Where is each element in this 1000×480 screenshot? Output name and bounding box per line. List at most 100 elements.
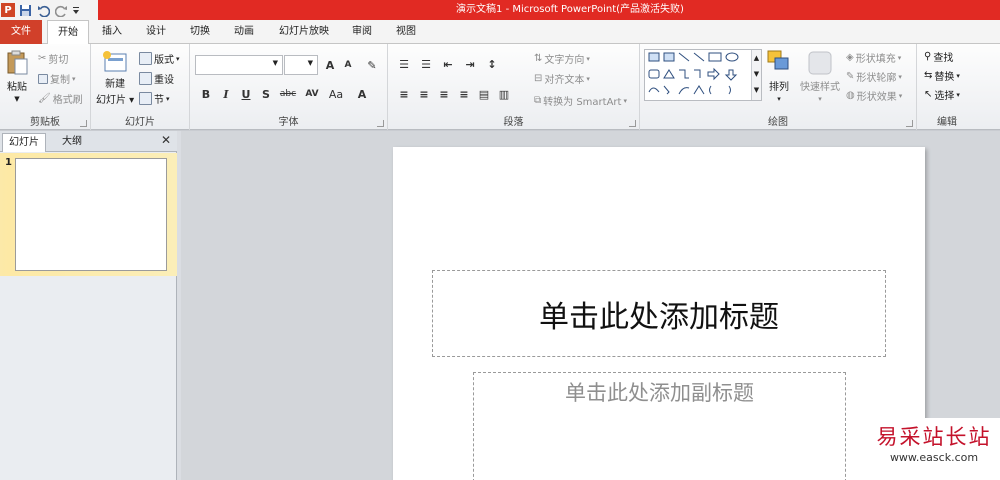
select-button[interactable]: ↖ 选择 ▾ (924, 87, 960, 102)
customize-qat-icon[interactable] (72, 3, 80, 18)
copy-icon (38, 73, 48, 84)
distributed-icon[interactable]: ▤ (476, 86, 492, 102)
find-button[interactable]: ⚲ 查找 (924, 49, 953, 64)
tab-review[interactable]: 审阅 (344, 20, 380, 44)
font-group-label: 字体 (278, 117, 299, 128)
increase-indent-icon[interactable]: ⇥ (462, 56, 478, 72)
columns-icon[interactable]: ▥ (496, 86, 512, 102)
tab-animations[interactable]: 动画 (226, 20, 262, 44)
drawing-group: ▲ ▼ ▼ 排列 ▾ 快速样式 ▾ ◈ 形状填充 ▾ ✎ 形状轮廓 ▾ ◍ 形状效果 ▾ 绘图 (640, 44, 917, 130)
close-panel-icon[interactable]: ✕ (161, 133, 171, 147)
numbering-icon[interactable]: ☰ (418, 56, 434, 72)
powerpoint-logo-icon[interactable]: P (1, 3, 15, 17)
reset-label: 重设 (154, 75, 174, 86)
brush-icon: 🖌 (38, 93, 51, 104)
find-label: 查找 (933, 53, 954, 64)
underline-button[interactable]: U (238, 86, 254, 102)
shapes-gallery[interactable]: ▲ ▼ ▼ (644, 49, 762, 101)
scissors-icon: ✂ (38, 53, 47, 64)
arrange-label: 排列 (769, 82, 789, 93)
convert-smartart-button[interactable]: ⧉ 转换为 SmartArt ▾ (534, 93, 627, 108)
tab-file[interactable]: 文件 (0, 20, 42, 44)
text-direction-button[interactable]: ⇅ 文字方向 ▾ (534, 51, 590, 66)
align-text-button[interactable]: ⊟ 对齐文本 ▾ (534, 71, 590, 86)
new-slide-label: 新建 (105, 79, 126, 90)
tab-insert[interactable]: 插入 (94, 20, 130, 44)
align-text-icon: ⊟ (534, 73, 543, 84)
slide-thumbnail[interactable] (15, 158, 167, 271)
subtitle-placeholder[interactable]: 单击此处添加副标题 (473, 372, 846, 480)
tab-view[interactable]: 视图 (388, 20, 424, 44)
character-spacing-button[interactable]: AV (302, 86, 322, 102)
redo-icon[interactable] (54, 3, 69, 18)
decrease-indent-icon[interactable]: ⇤ (440, 56, 456, 72)
strikethrough-button[interactable]: abc (278, 86, 298, 102)
ribbon-tab-bar: 文件 开始 插入 设计 切换 动画 幻灯片放映 审阅 视图 (0, 20, 1000, 45)
tab-outline-panel[interactable]: 大纲 (56, 133, 88, 152)
shape-outline-label: 形状轮廓 (856, 73, 897, 84)
drawing-launcher-icon[interactable] (906, 120, 913, 127)
justify-icon[interactable]: ≡ (456, 86, 472, 102)
reset-icon (139, 72, 152, 85)
shape-effects-button[interactable]: ◍ 形状效果 ▾ (846, 88, 902, 103)
font-color-button[interactable]: A (354, 86, 370, 102)
paint-bucket-icon: ◈ (846, 52, 854, 63)
replace-icon: ⇆ (924, 70, 933, 81)
section-icon (139, 92, 152, 105)
panel-tabs: 幻灯片 大纲 ✕ (0, 131, 177, 152)
reset-button[interactable]: 重设 (139, 71, 174, 86)
line-spacing-icon[interactable]: ↕ (484, 56, 500, 72)
shape-outline-button[interactable]: ✎ 形状轮廓 ▾ (846, 69, 902, 84)
tab-slideshow[interactable]: 幻灯片放映 (270, 20, 338, 44)
paste-label: 粘贴 (7, 82, 27, 93)
select-label: 选择 (934, 91, 955, 102)
bullets-icon[interactable]: ☰ (396, 56, 412, 72)
tab-home[interactable]: 开始 (47, 20, 89, 45)
format-painter-label: 格式刷 (52, 95, 83, 106)
pen-icon: ✎ (846, 71, 855, 82)
paste-icon (7, 50, 28, 75)
format-painter-button[interactable]: 🖌 格式刷 (38, 91, 83, 106)
font-launcher-icon[interactable] (377, 120, 384, 127)
cut-button[interactable]: ✂ 剪切 (38, 51, 68, 66)
slide-number: 1 (5, 157, 12, 168)
align-left-icon[interactable]: ≡ (396, 86, 412, 102)
grow-font-button[interactable]: A (322, 57, 338, 73)
change-case-button[interactable]: Aa (326, 86, 346, 102)
new-slide-button[interactable]: 新建 幻灯片 ▾ (96, 50, 134, 106)
paragraph-group-label: 段落 (503, 117, 524, 128)
paste-button[interactable]: 粘贴 ▼ (6, 50, 28, 103)
replace-button[interactable]: ⇆ 替换 ▾ (924, 68, 960, 83)
watermark: 易采站长站 www.easck.com (868, 418, 1000, 480)
align-right-icon[interactable]: ≡ (436, 86, 452, 102)
arrange-button[interactable]: 排列 ▾ (767, 50, 791, 103)
editing-group-label: 编辑 (937, 117, 957, 128)
title-placeholder[interactable]: 单击此处添加标题 (432, 270, 886, 357)
bold-button[interactable]: B (198, 86, 214, 102)
tab-slides-panel[interactable]: 幻灯片 (2, 133, 46, 152)
save-icon[interactable] (18, 3, 33, 18)
font-name-combobox[interactable]: ▼ (195, 55, 283, 75)
copy-button[interactable]: 复制 ▾ (38, 71, 76, 86)
tab-design[interactable]: 设计 (138, 20, 174, 44)
italic-button[interactable]: I (218, 86, 234, 102)
layout-button[interactable]: 版式 ▾ (139, 51, 180, 66)
font-size-combobox[interactable]: ▼ (284, 55, 318, 75)
clear-formatting-icon[interactable]: ✎ (364, 57, 380, 73)
watermark-url: www.easck.com (889, 451, 979, 464)
paragraph-launcher-icon[interactable] (629, 120, 636, 127)
shrink-font-button[interactable]: A (340, 57, 356, 73)
section-label: 节 (154, 95, 164, 106)
undo-icon[interactable] (36, 3, 51, 18)
section-button[interactable]: 节 ▾ (139, 91, 170, 106)
smartart-icon: ⧉ (534, 95, 542, 106)
gallery-scroll-icon[interactable]: ▲ ▼ ▼ (751, 50, 761, 100)
shape-fill-button[interactable]: ◈ 形状填充 ▾ (846, 50, 901, 65)
slide-thumbnail-item[interactable]: 1 (0, 153, 177, 276)
window-title: 演示文稿1 - Microsoft PowerPoint(产品激活失败) (456, 4, 684, 15)
quick-styles-button[interactable]: 快速样式 ▾ (800, 50, 840, 103)
align-center-icon[interactable]: ≡ (416, 86, 432, 102)
clipboard-launcher-icon[interactable] (80, 120, 87, 127)
text-shadow-button[interactable]: S (258, 86, 274, 102)
tab-transitions[interactable]: 切换 (182, 20, 218, 44)
